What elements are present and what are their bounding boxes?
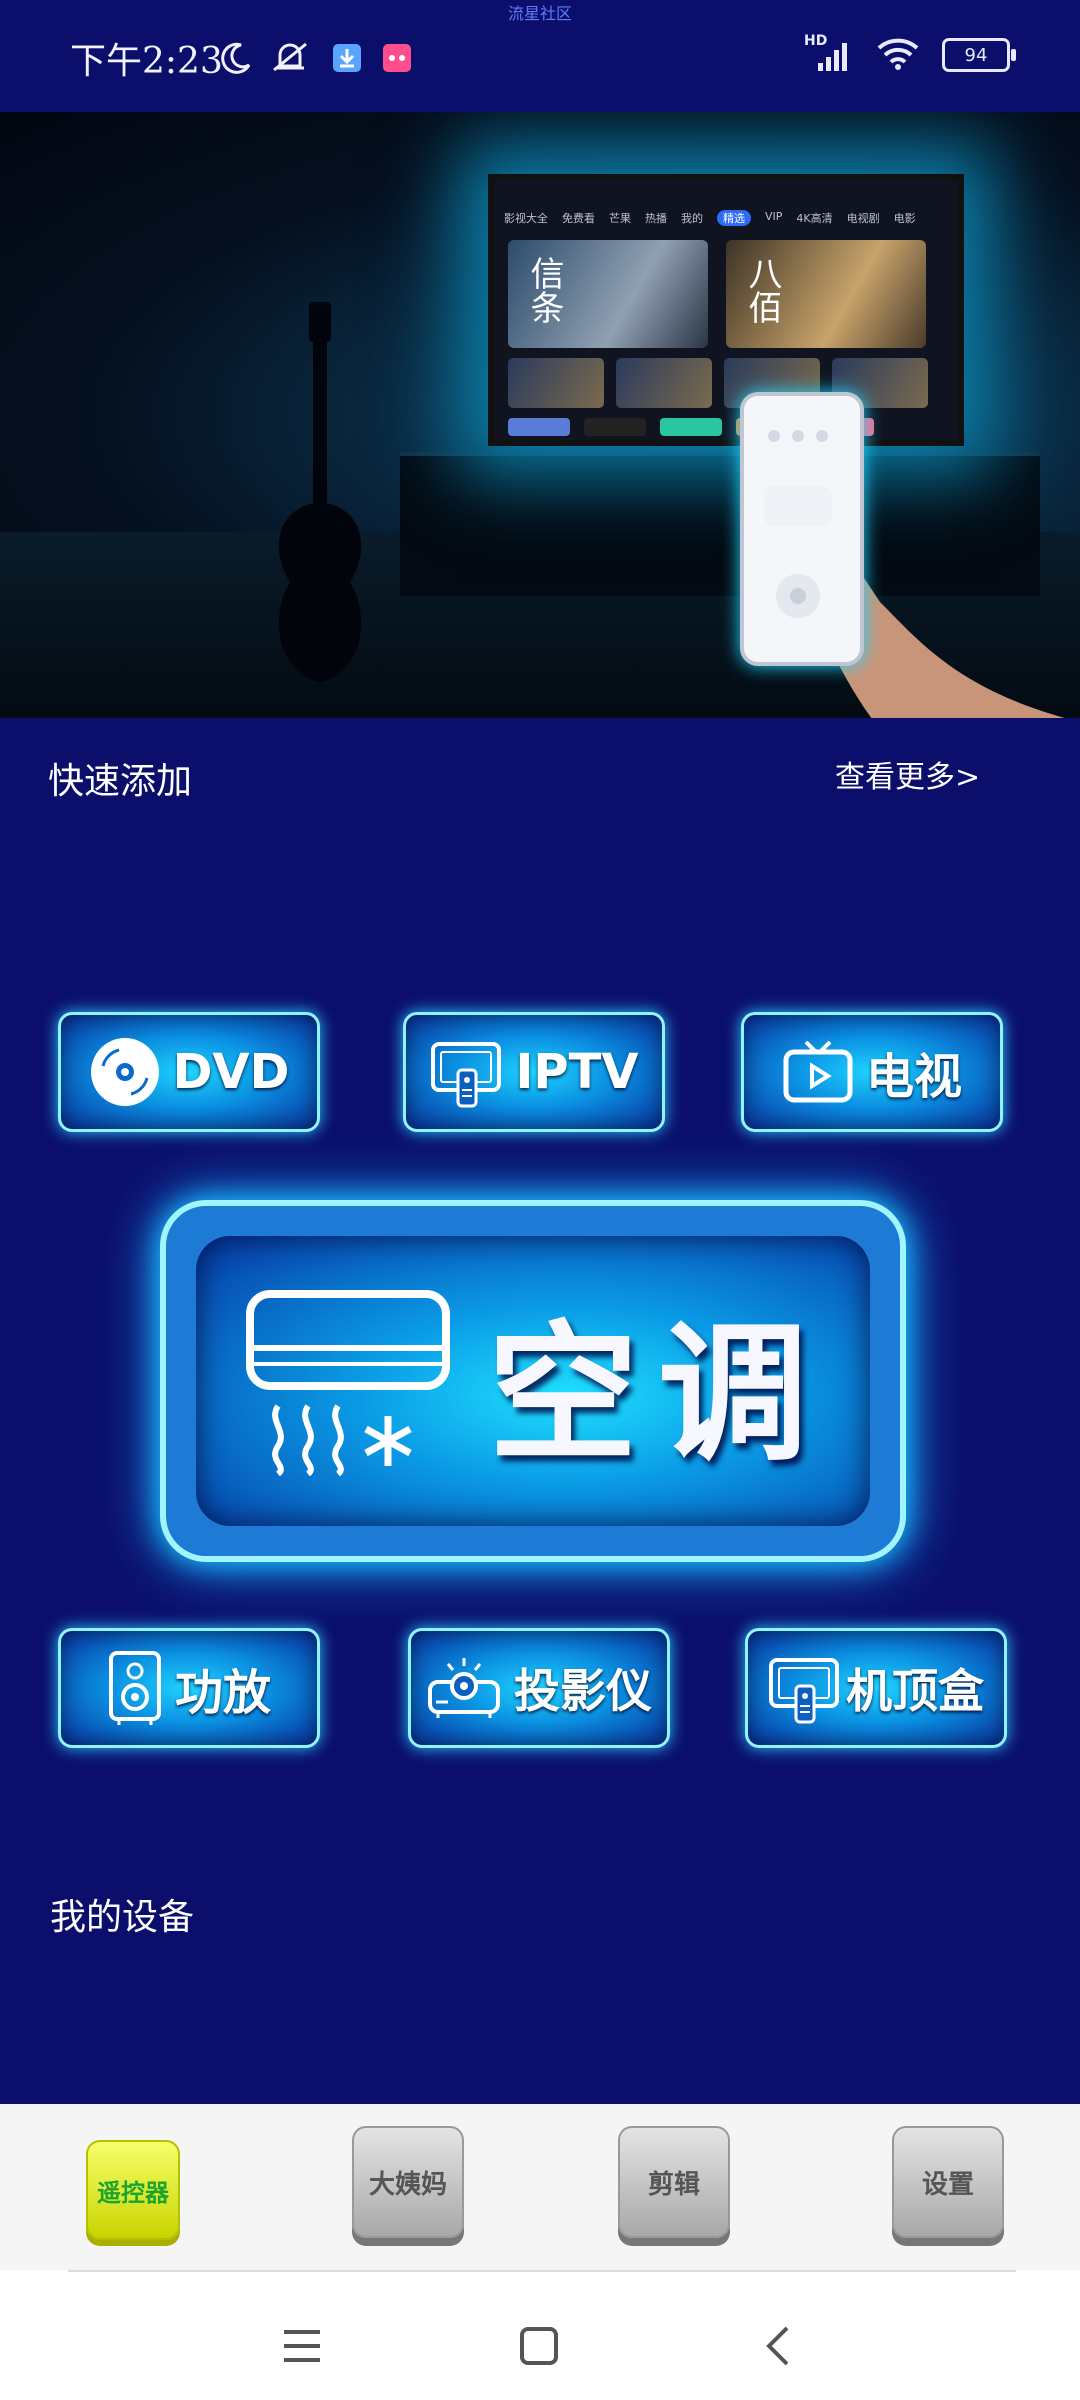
view-more-link[interactable]: 查看更多> bbox=[835, 752, 980, 796]
air-conditioner-label: 空调 bbox=[487, 1307, 828, 1482]
tv-key bbox=[660, 418, 722, 436]
tab-edit-label: 剪辑 bbox=[647, 2169, 700, 2200]
iptv-remote-icon bbox=[430, 1042, 501, 1108]
tv-tab: VIP bbox=[765, 210, 783, 223]
my-devices-title: 我的设备 bbox=[50, 1897, 195, 1938]
dvd-label: DVD bbox=[172, 1044, 290, 1100]
projector-button[interactable]: 投影仪 bbox=[408, 1628, 670, 1748]
tv-icon bbox=[783, 1040, 853, 1103]
projector-icon bbox=[428, 1658, 500, 1718]
tab-settings[interactable]: 设置 bbox=[892, 2126, 1004, 2238]
tv-tab: 电视剧 bbox=[846, 212, 880, 225]
bell-off-icon bbox=[266, 38, 314, 78]
quick-add-title: 快速添加 bbox=[48, 761, 193, 802]
iptv-label: IPTV bbox=[515, 1044, 639, 1100]
tv-tab: 芒果 bbox=[609, 212, 631, 225]
air-conditioner-button[interactable]: 空调 bbox=[160, 1200, 906, 1562]
battery-level: 94 bbox=[964, 44, 988, 66]
nav-divider bbox=[68, 2270, 1016, 2272]
tv-key bbox=[584, 418, 646, 436]
tv-thumbnail-row bbox=[508, 358, 928, 408]
system-nav-bar bbox=[0, 2270, 1080, 2400]
tab-edit[interactable]: 剪辑 bbox=[618, 2126, 730, 2238]
status-time: 下午2:23 bbox=[70, 41, 223, 82]
tv-poster: 八佰 bbox=[726, 240, 926, 348]
speaker-icon bbox=[108, 1651, 161, 1725]
tab-remote[interactable]: 遥控器 bbox=[86, 2140, 180, 2240]
tv-thumbnail bbox=[616, 358, 712, 408]
tv-tab: 电影 bbox=[893, 212, 916, 225]
tv-thumbnail bbox=[508, 358, 604, 408]
projector-label: 投影仪 bbox=[514, 1664, 652, 1718]
tv-tab: 我的 bbox=[681, 212, 703, 225]
tv-tab: 免费看 bbox=[562, 212, 595, 225]
tv-poster-title: 八佰 bbox=[742, 256, 782, 324]
tv-button[interactable]: 电视 bbox=[741, 1012, 1003, 1132]
iptv-button[interactable]: IPTV bbox=[403, 1012, 665, 1132]
battery-icon: 94 bbox=[942, 38, 1016, 72]
top-watermark: 流星社区 bbox=[507, 4, 572, 23]
tv-tab: 影视大全 bbox=[504, 212, 548, 225]
amplifier-button[interactable]: 功放 bbox=[58, 1628, 320, 1748]
bottom-tab-bar: 遥控器 大姨妈 剪辑 设置 bbox=[0, 2104, 1080, 2270]
wifi-icon bbox=[876, 36, 920, 74]
tab-remote-label: 遥控器 bbox=[97, 2178, 169, 2207]
tv-poster-title: 信条 bbox=[524, 256, 564, 324]
banner-tv: 影视大全 免费看 芒果 热播 我的 精选 VIP 4K高清 电视剧 电影 信条 … bbox=[488, 174, 964, 446]
tv-tab-active: 精选 bbox=[717, 210, 751, 226]
settop-box-button[interactable]: 机顶盒 bbox=[745, 1628, 1007, 1748]
status-right-group: HD 94 bbox=[804, 33, 1016, 74]
download-icon bbox=[330, 38, 364, 78]
dvd-disc-icon bbox=[90, 1038, 159, 1106]
tv-tab-row: 影视大全 免费看 芒果 热播 我的 精选 VIP 4K高清 电视剧 电影 bbox=[504, 210, 948, 226]
tab-period-label: 大姨妈 bbox=[368, 2169, 447, 2200]
tv-poster: 信条 bbox=[508, 240, 708, 348]
moon-icon bbox=[216, 38, 256, 78]
guitar-silhouette bbox=[278, 302, 362, 682]
status-bar: 流星社区 下午2:23 HD 94 bbox=[0, 0, 1080, 112]
tv-key bbox=[508, 418, 570, 436]
tab-period[interactable]: 大姨妈 bbox=[352, 2126, 464, 2238]
tv-label: 电视 bbox=[865, 1049, 962, 1105]
settop-box-icon bbox=[769, 1658, 839, 1724]
tv-tab: 4K高清 bbox=[796, 212, 833, 225]
dvd-button[interactable]: DVD bbox=[58, 1012, 320, 1132]
air-conditioner-button-inner: 空调 bbox=[196, 1236, 870, 1526]
signal-icon: HD bbox=[804, 33, 854, 73]
tab-settings-label: 设置 bbox=[921, 2169, 974, 2200]
hero-banner[interactable]: 影视大全 免费看 芒果 热播 我的 精选 VIP 4K高清 电视剧 电影 信条 … bbox=[0, 112, 1080, 718]
amplifier-label: 功放 bbox=[174, 1665, 271, 1721]
air-conditioner-icon bbox=[245, 1290, 450, 1476]
app-icon bbox=[380, 38, 414, 78]
phone-remote-image bbox=[740, 392, 864, 666]
home-icon[interactable] bbox=[509, 2316, 569, 2376]
tv-tab: 热播 bbox=[645, 212, 667, 225]
settop-box-label: 机顶盒 bbox=[846, 1664, 984, 1718]
back-icon[interactable] bbox=[748, 2316, 808, 2376]
menu-icon[interactable] bbox=[272, 2316, 332, 2376]
